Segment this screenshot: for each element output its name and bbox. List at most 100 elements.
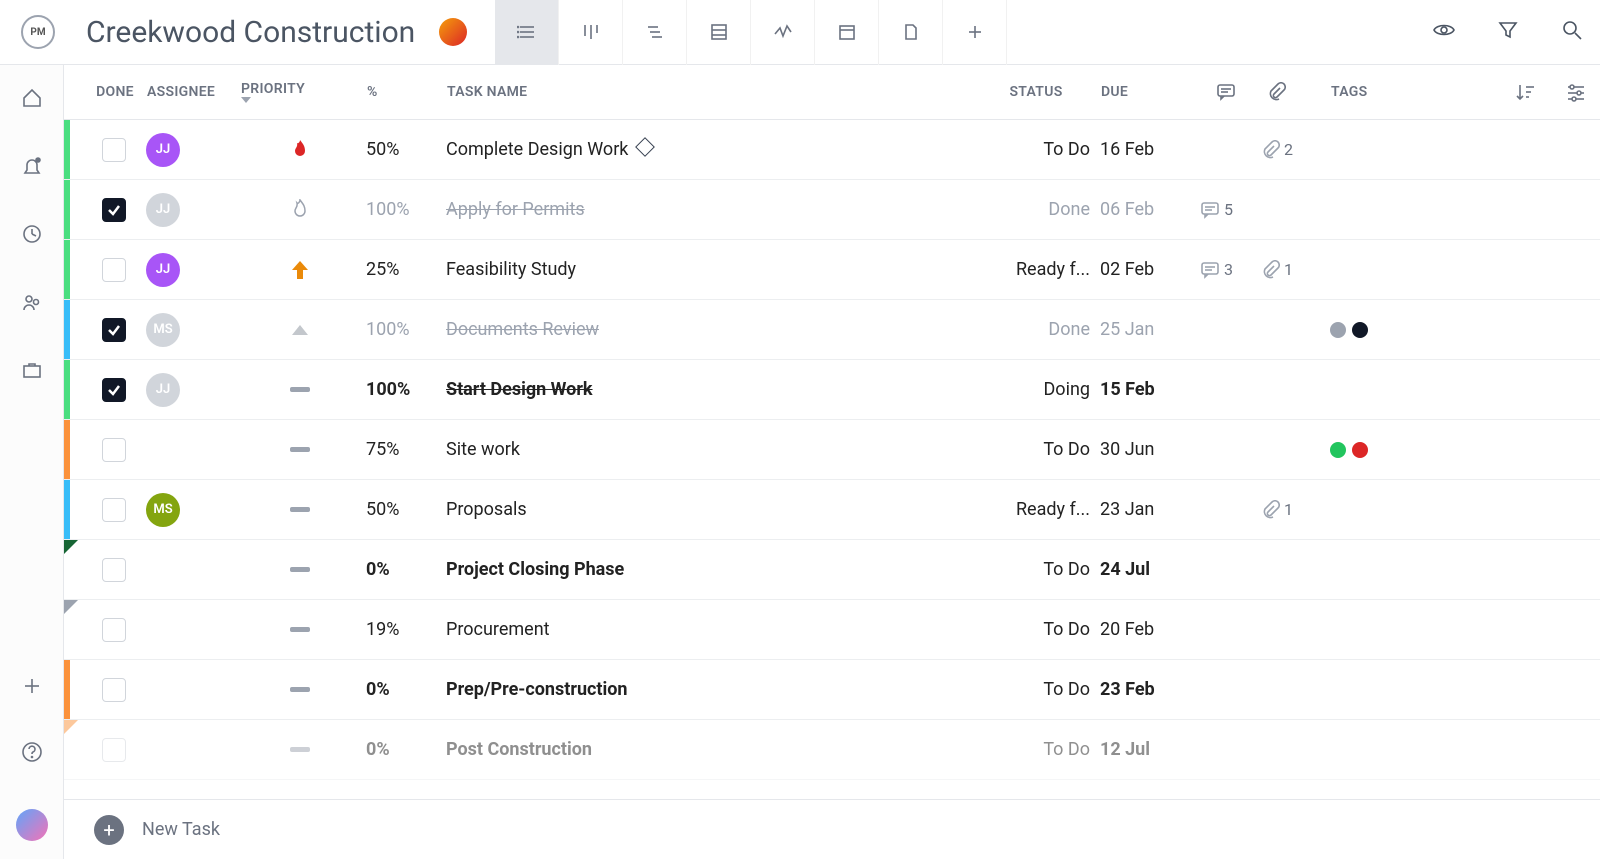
task-status[interactable]: To Do [980,559,1100,580]
priority-indicator[interactable] [240,447,360,452]
due-date[interactable]: 16 Feb [1100,139,1200,160]
task-status[interactable]: To Do [980,679,1100,700]
due-date[interactable]: 30 Jun [1100,439,1200,460]
done-checkbox[interactable] [102,378,126,402]
attachments-count[interactable]: 1 [1260,500,1320,520]
filter-icon[interactable] [1496,18,1520,46]
gantt-view-tab[interactable] [623,0,687,65]
header-task[interactable]: TASK NAME [441,84,981,100]
task-row[interactable]: 75%Site workTo Do30 Jun [64,420,1600,480]
done-checkbox[interactable] [102,198,126,222]
assignee-avatar[interactable]: MS [146,313,180,347]
file-view-tab[interactable] [879,0,943,65]
notifications-icon[interactable] [21,155,43,181]
done-checkbox[interactable] [102,558,126,582]
project-avatar[interactable] [439,18,467,46]
task-row[interactable]: JJ100%Start Design WorkDoing15 Feb [64,360,1600,420]
task-status[interactable]: Done [980,319,1100,340]
user-avatar[interactable] [16,809,48,841]
done-checkbox[interactable] [102,138,126,162]
header-done[interactable]: DONE [71,84,141,100]
assignee-avatar[interactable]: MS [146,493,180,527]
task-row[interactable]: 0%Prep/Pre-constructionTo Do23 Feb [64,660,1600,720]
settings-icon[interactable] [1550,81,1600,103]
assignee-avatar[interactable]: JJ [146,253,180,287]
calendar-view-tab[interactable] [815,0,879,65]
priority-indicator[interactable] [240,687,360,692]
task-tags[interactable] [1320,322,1440,338]
task-name[interactable]: Project Closing Phase [440,559,980,580]
add-icon[interactable] [23,677,41,699]
home-icon[interactable] [21,87,43,113]
task-row[interactable]: JJ50%Complete Design WorkTo Do16 Feb2 [64,120,1600,180]
app-logo[interactable]: PM [14,8,62,56]
visibility-icon[interactable] [1432,18,1456,46]
attachments-count[interactable]: 1 [1260,260,1320,280]
assignee-avatar[interactable]: JJ [146,133,180,167]
priority-indicator[interactable] [240,567,360,572]
header-percent[interactable]: % [361,84,441,100]
list-view-tab[interactable] [495,0,559,65]
sort-icon[interactable] [1500,81,1550,103]
task-row[interactable]: JJ25%Feasibility StudyReady f...02 Feb31 [64,240,1600,300]
task-row[interactable]: MS100%Documents ReviewDone25 Jan [64,300,1600,360]
chart-view-tab[interactable] [751,0,815,65]
done-checkbox[interactable] [102,738,126,762]
done-checkbox[interactable] [102,678,126,702]
due-date[interactable]: 24 Jul [1100,559,1200,580]
due-date[interactable]: 02 Feb [1100,259,1200,280]
done-checkbox[interactable] [102,258,126,282]
done-checkbox[interactable] [102,318,126,342]
header-comments-icon[interactable] [1201,82,1251,102]
due-date[interactable]: 12 Jul [1100,739,1200,760]
task-status[interactable]: To Do [980,739,1100,760]
task-row[interactable]: 0%Project Closing PhaseTo Do24 Jul [64,540,1600,600]
task-name[interactable]: Post Construction [440,739,980,760]
priority-indicator[interactable] [240,139,360,161]
header-assignee[interactable]: ASSIGNEE [141,84,241,100]
task-name[interactable]: Start Design Work [440,379,980,400]
task-row[interactable]: 19%ProcurementTo Do20 Feb [64,600,1600,660]
priority-indicator[interactable] [240,747,360,752]
header-status[interactable]: STATUS [981,84,1101,100]
task-status[interactable]: Done [980,199,1100,220]
task-status[interactable]: To Do [980,439,1100,460]
new-task-footer[interactable]: + New Task [64,799,1600,859]
time-icon[interactable] [21,223,43,249]
due-date[interactable]: 23 Feb [1100,679,1200,700]
project-title[interactable]: Creekwood Construction [86,15,415,50]
header-tags[interactable]: TAGS [1301,84,1421,100]
task-name[interactable]: Documents Review [440,319,980,340]
priority-indicator[interactable] [240,199,360,221]
attachments-count[interactable]: 2 [1260,140,1320,160]
task-name[interactable]: Feasibility Study [440,259,980,280]
board-view-tab[interactable] [559,0,623,65]
task-status[interactable]: Ready f... [980,259,1100,280]
comments-count[interactable]: 3 [1200,260,1260,280]
team-icon[interactable] [21,291,43,317]
due-date[interactable]: 25 Jan [1100,319,1200,340]
task-name[interactable]: Proposals [440,499,980,520]
task-name[interactable]: Procurement [440,619,980,640]
assignee-avatar[interactable]: JJ [146,193,180,227]
header-due[interactable]: DUE [1101,84,1201,100]
add-view-tab[interactable] [943,0,1007,65]
due-date[interactable]: 15 Feb [1100,379,1200,400]
done-checkbox[interactable] [102,618,126,642]
table-view-tab[interactable] [687,0,751,65]
task-status[interactable]: Doing [980,379,1100,400]
task-name[interactable]: Complete Design Work [440,139,980,160]
task-status[interactable]: To Do [980,619,1100,640]
task-status[interactable]: Ready f... [980,499,1100,520]
priority-indicator[interactable] [240,387,360,392]
priority-indicator[interactable] [240,627,360,632]
due-date[interactable]: 23 Jan [1100,499,1200,520]
task-name[interactable]: Site work [440,439,980,460]
due-date[interactable]: 06 Feb [1100,199,1200,220]
help-icon[interactable] [21,741,43,767]
add-task-icon[interactable]: + [94,815,124,845]
assignee-avatar[interactable]: JJ [146,373,180,407]
task-name[interactable]: Apply for Permits [440,199,980,220]
done-checkbox[interactable] [102,498,126,522]
task-status[interactable]: To Do [980,139,1100,160]
